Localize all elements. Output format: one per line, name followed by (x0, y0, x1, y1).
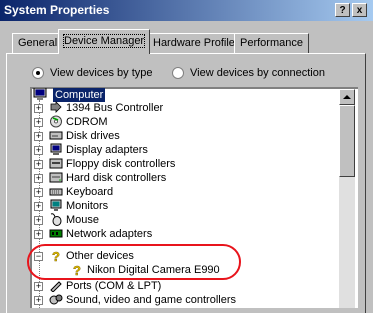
tab-general-label: General (18, 37, 58, 49)
tab-performance-label: Performance (240, 37, 303, 49)
tab-hardware-profiles-label: Hardware Profiles (153, 37, 241, 49)
help-icon: ? (339, 5, 346, 16)
close-icon: x (356, 5, 363, 16)
close-button[interactable]: x (352, 3, 367, 17)
tab-device-manager-label: Device Manager (62, 34, 146, 48)
tab-device-manager[interactable]: Device Manager (58, 29, 151, 54)
help-button[interactable]: ? (335, 3, 350, 17)
window-title: System Properties (4, 3, 110, 17)
title-bar[interactable]: System Properties ? x (0, 0, 373, 21)
tab-hardware-profiles[interactable]: Hardware Profiles (147, 33, 247, 53)
tab-panel (6, 53, 366, 313)
tab-general[interactable]: General (12, 33, 64, 53)
tab-performance[interactable]: Performance (234, 33, 309, 53)
